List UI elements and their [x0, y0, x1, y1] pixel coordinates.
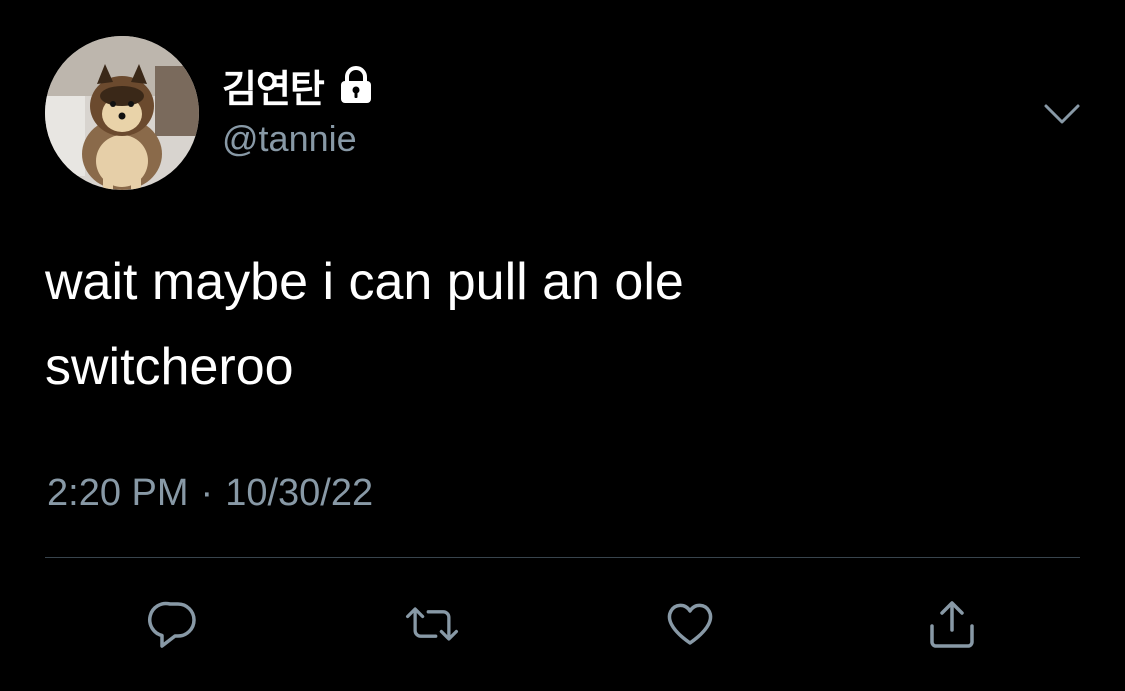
meta-separator: · [200, 472, 214, 514]
tweet-time: 2:20 PM [47, 472, 189, 514]
avatar[interactable] [45, 36, 199, 190]
display-name[interactable]: 김연탄 [222, 58, 325, 113]
tweet-timestamp[interactable]: 2:20 PM · 10/30/22 [47, 472, 373, 515]
share-button[interactable] [922, 594, 982, 654]
user-handle[interactable]: @tannie [222, 118, 357, 160]
pomeranian-dog-avatar [45, 36, 199, 190]
tweet-text: wait maybe i can pull an ole switcheroo [45, 240, 1085, 410]
heart-icon [667, 603, 713, 645]
tweet-date: 10/30/22 [225, 472, 374, 514]
share-icon [930, 601, 974, 648]
tweet-text-line: wait maybe i can pull an ole [45, 253, 684, 311]
tweet-text-line: switcheroo [45, 338, 294, 396]
divider [45, 557, 1080, 558]
chevron-down-icon[interactable] [1042, 100, 1082, 128]
reply-button[interactable] [144, 594, 204, 654]
tweet-card: 김연탄 @tannie wait maybe i can pull an ole… [0, 0, 1125, 691]
lock-icon [338, 65, 376, 105]
like-button[interactable] [660, 594, 720, 654]
retweet-button[interactable] [402, 594, 462, 654]
retweet-icon [405, 607, 459, 641]
reply-icon [148, 601, 196, 648]
name-row: 김연탄 [222, 58, 376, 113]
